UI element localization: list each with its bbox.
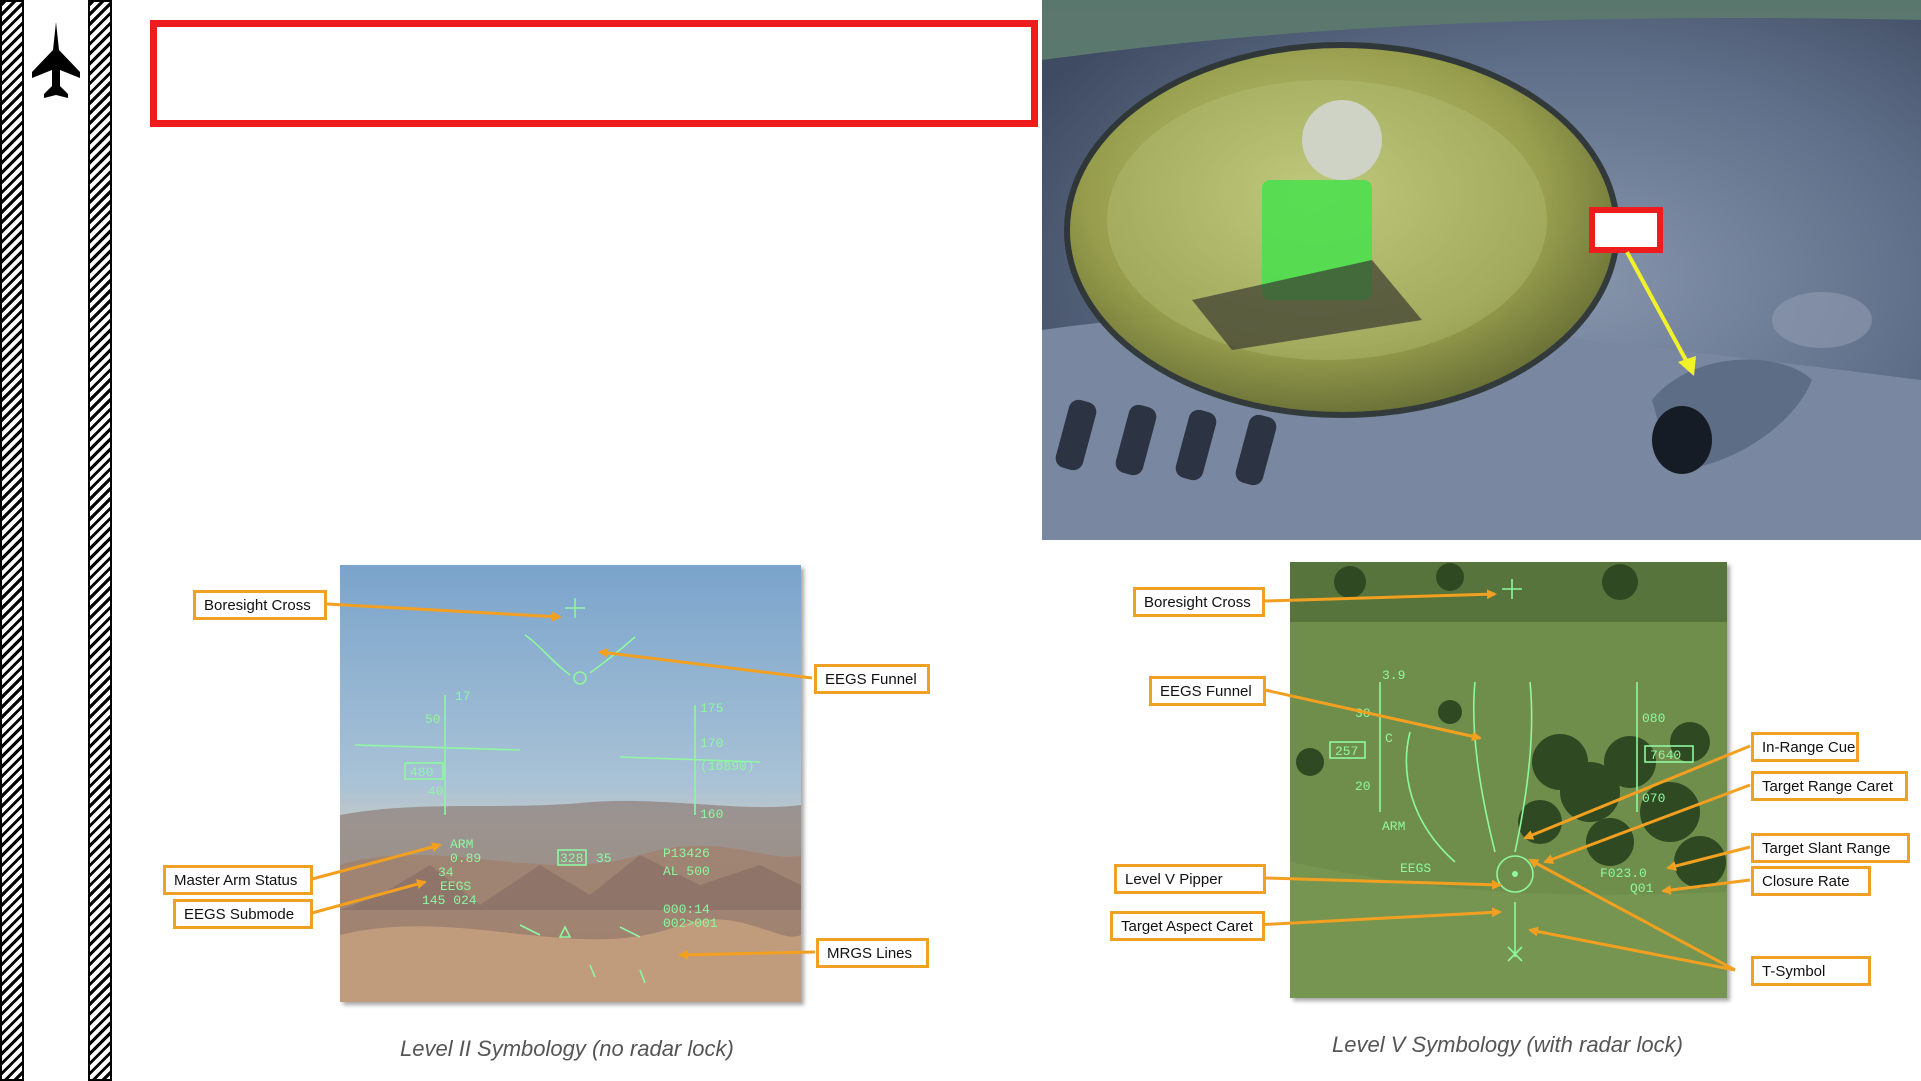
callout-boresight-cross-l5: Boresight Cross bbox=[1133, 587, 1265, 617]
callout-target-range-caret: Target Range Caret bbox=[1751, 771, 1908, 801]
caption-level2: Level II Symbology (no radar lock) bbox=[400, 1036, 734, 1061]
callout-t-symbol: T-Symbol bbox=[1751, 956, 1871, 986]
callout-level5-pipper: Level V Pipper bbox=[1114, 864, 1266, 894]
callout-target-slant-range: Target Slant Range bbox=[1751, 833, 1910, 863]
callout-eegs-submode: EEGS Submode bbox=[173, 899, 313, 929]
callout-target-aspect-caret: Target Aspect Caret bbox=[1110, 911, 1265, 941]
callout-master-arm-status: Master Arm Status bbox=[163, 865, 313, 895]
caption-level5: Level V Symbology (with radar lock) bbox=[1332, 1032, 1683, 1057]
callout-in-range-cue: In-Range Cue bbox=[1751, 732, 1859, 762]
callout-mrgs-lines: MRGS Lines bbox=[816, 938, 929, 968]
callout-eegs-funnel-l2: EEGS Funnel bbox=[814, 664, 930, 694]
callout-boresight-cross-l2: Boresight Cross bbox=[193, 590, 327, 620]
callout-eegs-funnel-l5: EEGS Funnel bbox=[1149, 676, 1266, 706]
callout-closure-rate: Closure Rate bbox=[1751, 866, 1871, 896]
